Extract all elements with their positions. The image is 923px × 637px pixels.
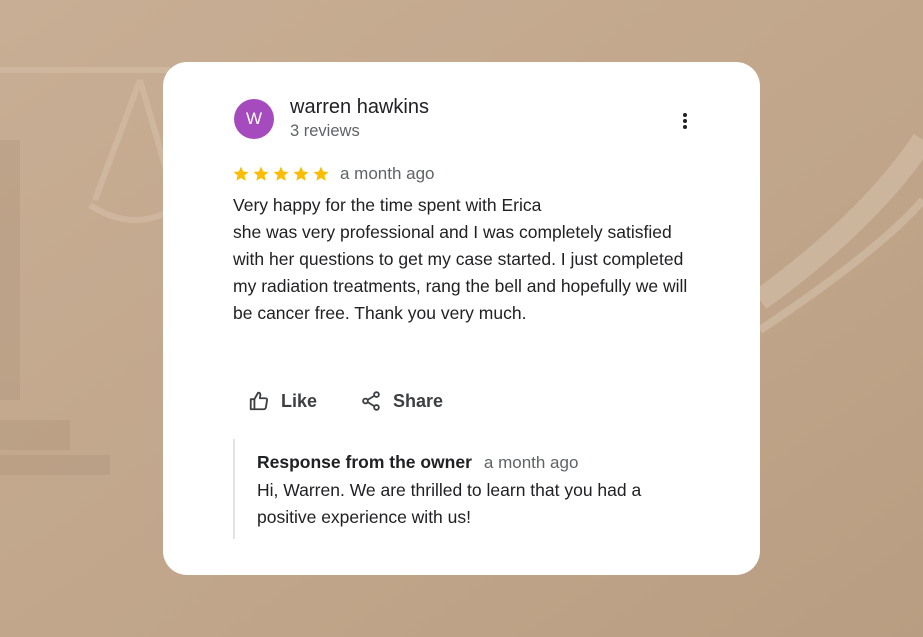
more-options-button[interactable] [670,106,700,136]
share-icon [362,391,380,411]
thumbs-up-icon [249,391,268,411]
more-vert-icon [683,113,687,129]
owner-response: Response from the owner a month ago Hi, … [233,439,693,539]
review-date: a month ago [340,164,435,183]
like-label: Like [281,390,318,411]
author-name[interactable]: warren hawkins [290,96,429,119]
star-icon [253,166,269,181]
rating-row: a month ago [232,162,435,186]
share-label: Share [393,390,444,411]
owner-response-title: Response from the owner [257,452,472,472]
like-button[interactable]: Like [248,390,317,412]
review-actions: Like Share [248,390,443,412]
star-icon [313,166,329,181]
owner-response-text: Hi, Warren. We are thrilled to learn tha… [257,480,642,527]
avatar-letter: W [245,109,263,128]
author-review-count[interactable]: 3 reviews [290,122,360,141]
avatar[interactable]: W [234,99,274,139]
owner-response-header: Response from the owner a month ago [257,452,578,473]
star-icon [273,166,289,181]
star-icon [233,166,249,181]
star-rating [232,165,330,183]
review-card: W warren hawkins 3 reviews a month ago V… [163,62,760,575]
share-button[interactable]: Share [360,390,443,412]
owner-response-date: a month ago [483,453,579,472]
star-icon [293,166,309,181]
review-text: Very happy for the time spent with Erica… [233,195,688,323]
